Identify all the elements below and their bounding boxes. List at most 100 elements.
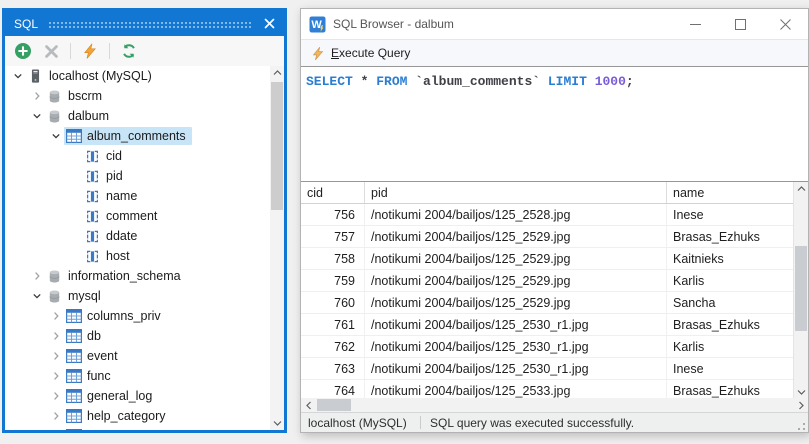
chevron-down-icon[interactable] bbox=[9, 68, 26, 84]
scroll-left-icon[interactable] bbox=[301, 398, 316, 413]
database-icon bbox=[46, 288, 63, 304]
tree-item-bscrm[interactable]: bscrm bbox=[5, 86, 270, 106]
sql-editor[interactable]: SELECT * FROM `album_comments` LIMIT 100… bbox=[301, 66, 808, 185]
status-bar: localhost (MySQL) SQL query was executed… bbox=[301, 412, 808, 432]
window-titlebar[interactable]: W SQL Browser - dalbum bbox=[301, 9, 808, 39]
tree-item-func[interactable]: func bbox=[5, 366, 270, 386]
add-connection-button[interactable] bbox=[11, 39, 35, 63]
chevron-down-icon[interactable] bbox=[28, 288, 45, 304]
table-row[interactable]: 762/notikumi 2004/bailjos/125_2530_r1.jp… bbox=[301, 336, 793, 358]
resize-grip-icon[interactable] bbox=[793, 418, 807, 432]
cell-name: Brasas_Ezhuks bbox=[667, 226, 793, 247]
tree-item-cid[interactable]: cid bbox=[5, 146, 270, 166]
tree-item-label: event bbox=[87, 348, 118, 364]
table-row[interactable]: 759/notikumi 2004/bailjos/125_2529.jpgKa… bbox=[301, 270, 793, 292]
chevron-right-icon[interactable] bbox=[47, 328, 64, 344]
grid-vscroll-thumb[interactable] bbox=[795, 246, 807, 331]
scroll-right-icon[interactable] bbox=[793, 398, 808, 413]
refresh-button[interactable] bbox=[117, 39, 141, 63]
chevron-spacer bbox=[66, 208, 83, 224]
chevron-right-icon[interactable] bbox=[28, 268, 45, 284]
cell-pid: /notikumi 2004/bailjos/125_2530_r1.jpg bbox=[365, 358, 667, 379]
grid-hscroll-thumb[interactable] bbox=[317, 399, 351, 411]
chevron-right-icon[interactable] bbox=[47, 368, 64, 384]
database-icon bbox=[46, 108, 63, 124]
server-icon bbox=[27, 68, 44, 84]
delete-button[interactable] bbox=[39, 39, 63, 63]
tree-item[interactable] bbox=[5, 426, 270, 430]
tree-scroll-thumb[interactable] bbox=[271, 82, 283, 210]
chevron-right-icon[interactable] bbox=[47, 388, 64, 404]
cell-cid: 763 bbox=[301, 358, 365, 379]
table-row[interactable]: 764/notikumi 2004/bailjos/125_2533.jpgBr… bbox=[301, 380, 793, 399]
tree-item-localhost (MySQL)[interactable]: localhost (MySQL) bbox=[5, 66, 270, 86]
results-grid: cid pid name 756/notikumi 2004/bailjos/1… bbox=[301, 181, 808, 399]
table-row[interactable]: 763/notikumi 2004/bailjos/125_2530_r1.jp… bbox=[301, 358, 793, 380]
tree-item-mysql[interactable]: mysql bbox=[5, 286, 270, 306]
maximize-button[interactable] bbox=[718, 9, 763, 39]
lightning-icon bbox=[311, 46, 325, 61]
cell-pid: /notikumi 2004/bailjos/125_2529.jpg bbox=[365, 226, 667, 247]
table-icon bbox=[65, 428, 82, 430]
table-row[interactable]: 760/notikumi 2004/bailjos/125_2529.jpgSa… bbox=[301, 292, 793, 314]
close-button[interactable] bbox=[763, 9, 808, 39]
toolbar-separator bbox=[109, 43, 110, 59]
tree-item-dalbum[interactable]: dalbum bbox=[5, 106, 270, 126]
panel-titlebar[interactable]: SQL bbox=[5, 11, 284, 36]
grid-vertical-scrollbar[interactable] bbox=[793, 182, 808, 399]
chevron-right-icon[interactable] bbox=[28, 88, 45, 104]
tree-scrollbar[interactable] bbox=[270, 66, 284, 430]
tree-item-comment[interactable]: comment bbox=[5, 206, 270, 226]
cell-name: Brasas_Ezhuks bbox=[667, 314, 793, 335]
scroll-down-icon[interactable] bbox=[794, 385, 808, 399]
table-row[interactable]: 757/notikumi 2004/bailjos/125_2529.jpgBr… bbox=[301, 226, 793, 248]
tree-item-label: album_comments bbox=[87, 128, 186, 144]
tree-item-label: name bbox=[106, 188, 137, 204]
tree-item-ddate[interactable]: ddate bbox=[5, 226, 270, 246]
chevron-right-icon[interactable] bbox=[47, 308, 64, 324]
cell-cid: 760 bbox=[301, 292, 365, 313]
tree-item-album_comments[interactable]: album_comments bbox=[5, 126, 270, 146]
scroll-up-icon[interactable] bbox=[794, 182, 808, 196]
tree-item-label: localhost (MySQL) bbox=[49, 68, 152, 84]
tree-item-general_log[interactable]: general_log bbox=[5, 386, 270, 406]
cell-name: Inese bbox=[667, 204, 793, 225]
tree-item-help_category[interactable]: help_category bbox=[5, 406, 270, 426]
panel-drag-grip[interactable] bbox=[48, 21, 253, 29]
status-connection: localhost (MySQL) bbox=[301, 416, 420, 430]
chevron-down-icon[interactable] bbox=[47, 128, 64, 144]
column-header-pid[interactable]: pid bbox=[365, 182, 667, 203]
chevron-right-icon[interactable] bbox=[47, 348, 64, 364]
table-icon bbox=[65, 408, 82, 424]
tree-item-host[interactable]: host bbox=[5, 246, 270, 266]
lightning-icon bbox=[82, 43, 98, 59]
scroll-up-icon[interactable] bbox=[270, 66, 284, 80]
chevron-right-icon[interactable] bbox=[47, 428, 64, 430]
table-row[interactable]: 758/notikumi 2004/bailjos/125_2529.jpgKa… bbox=[301, 248, 793, 270]
scroll-down-icon[interactable] bbox=[270, 416, 284, 430]
tree-item-information_schema[interactable]: information_schema bbox=[5, 266, 270, 286]
cell-name: Sancha bbox=[667, 292, 793, 313]
sql-explorer-panel: SQL bbox=[2, 8, 287, 433]
chevron-down-icon[interactable] bbox=[28, 108, 45, 124]
cell-pid: /notikumi 2004/bailjos/125_2529.jpg bbox=[365, 248, 667, 269]
tree-item-name[interactable]: name bbox=[5, 186, 270, 206]
cell-pid: /notikumi 2004/bailjos/125_2530_r1.jpg bbox=[365, 336, 667, 357]
column-header-name[interactable]: name bbox=[667, 182, 793, 203]
minimize-button[interactable] bbox=[673, 9, 718, 39]
column-icon bbox=[84, 148, 101, 164]
grid-horizontal-scrollbar[interactable] bbox=[301, 398, 808, 413]
table-row[interactable]: 761/notikumi 2004/bailjos/125_2530_r1.jp… bbox=[301, 314, 793, 336]
table-row[interactable]: 756/notikumi 2004/bailjos/125_2528.jpgIn… bbox=[301, 204, 793, 226]
database-tree: localhost (MySQL) bscrmdalbum album_commen… bbox=[5, 66, 284, 430]
tree-item-event[interactable]: event bbox=[5, 346, 270, 366]
database-icon bbox=[46, 268, 63, 284]
panel-close-icon[interactable] bbox=[261, 16, 277, 32]
column-header-cid[interactable]: cid bbox=[301, 182, 365, 203]
execute-button[interactable] bbox=[78, 39, 102, 63]
tree-item-pid[interactable]: pid bbox=[5, 166, 270, 186]
chevron-right-icon[interactable] bbox=[47, 408, 64, 424]
tree-item-columns_priv[interactable]: columns_priv bbox=[5, 306, 270, 326]
execute-query-button[interactable]: Execute Query bbox=[305, 44, 416, 63]
tree-item-db[interactable]: db bbox=[5, 326, 270, 346]
